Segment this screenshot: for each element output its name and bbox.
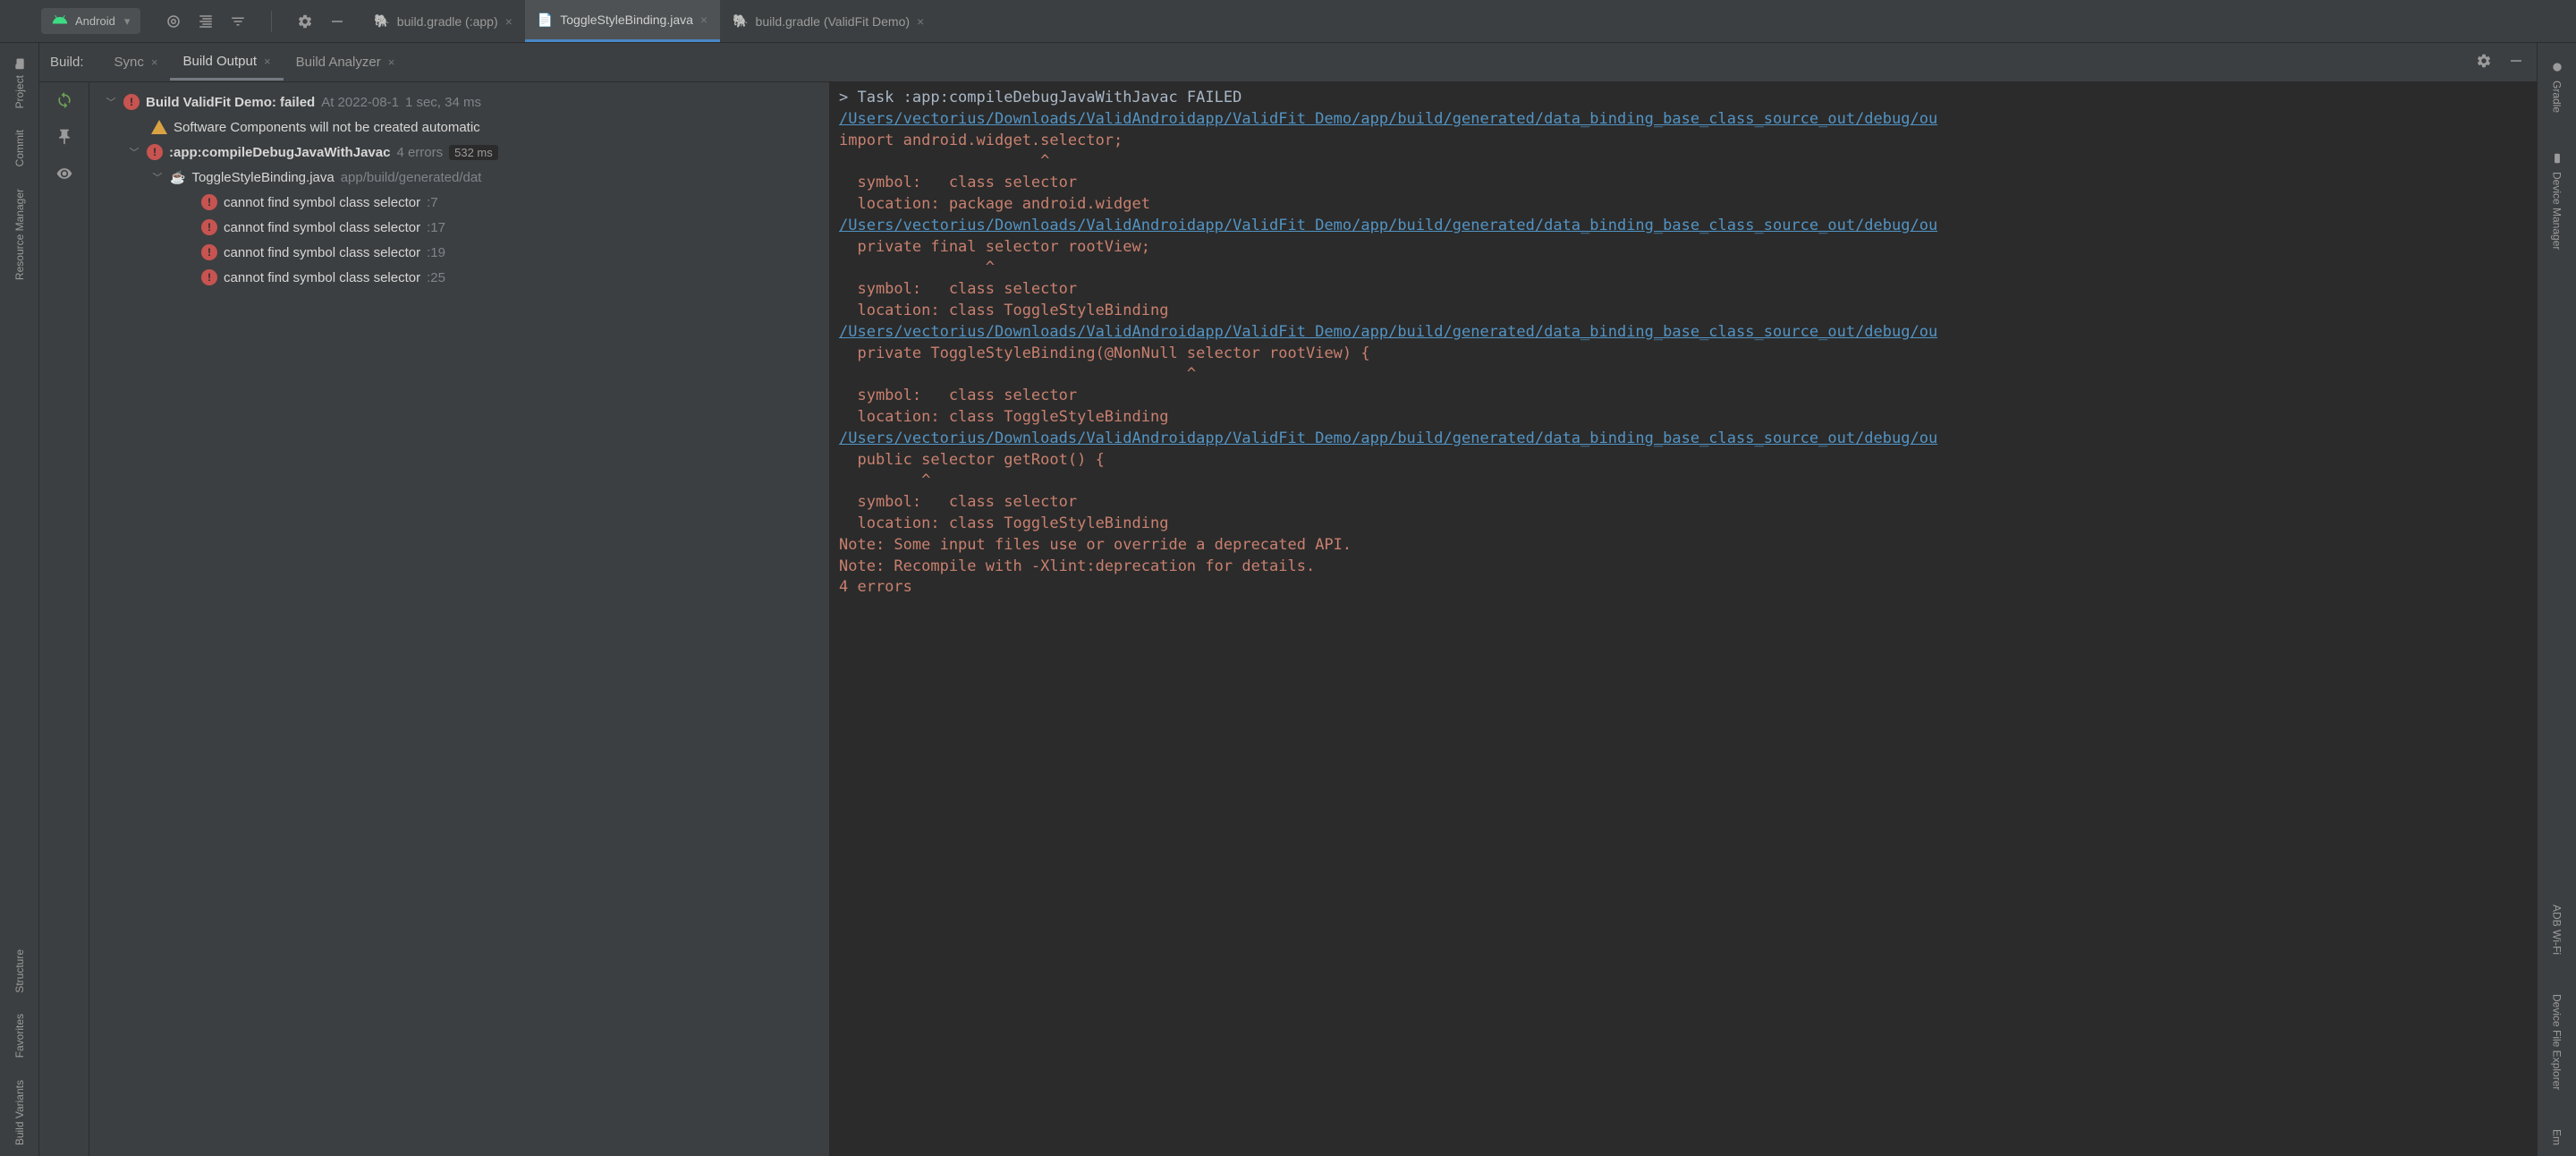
- target-icon[interactable]: [165, 13, 182, 30]
- error-icon: !: [123, 94, 140, 110]
- run-config-dropdown[interactable]: Android ▾: [41, 8, 140, 34]
- right-tab-gradle[interactable]: Gradle: [2547, 50, 2567, 123]
- file-path-link[interactable]: /Users/vectorius/Downloads/ValidAndroida…: [839, 110, 1937, 128]
- close-icon[interactable]: ×: [388, 55, 395, 69]
- tree-compile-task[interactable]: ﹀ ! :app:compileDebugJavaWithJavac 4 err…: [89, 140, 829, 165]
- error-icon: !: [201, 219, 217, 235]
- left-tab-resource-manager[interactable]: Resource Manager: [10, 178, 30, 291]
- close-icon[interactable]: ×: [917, 14, 924, 29]
- gradle-icon: 🐘: [374, 13, 389, 29]
- tree-error-item[interactable]: ! cannot find symbol class selector :7: [89, 190, 829, 215]
- gradle-icon: 🐘: [733, 13, 748, 29]
- tree-error-item[interactable]: ! cannot find symbol class selector :25: [89, 265, 829, 290]
- build-tab-analyzer[interactable]: Build Analyzer×: [284, 46, 408, 79]
- android-icon: [52, 12, 68, 30]
- error-icon: !: [201, 194, 217, 210]
- tree-action-column: [39, 82, 89, 1156]
- gear-icon[interactable]: [297, 13, 313, 30]
- tree-error-item[interactable]: ! cannot find symbol class selector :17: [89, 215, 829, 240]
- editor-tab-label: build.gradle (:app): [397, 14, 498, 29]
- indent-icon[interactable]: [198, 13, 214, 30]
- minimize-icon[interactable]: [2508, 53, 2524, 72]
- separator: [271, 11, 272, 32]
- error-icon: !: [201, 244, 217, 260]
- editor-tab-build-gradle-demo[interactable]: 🐘 build.gradle (ValidFit Demo) ×: [720, 0, 936, 42]
- editor-tab-label: ToggleStyleBinding.java: [560, 13, 693, 27]
- tree-error-item[interactable]: ! cannot find symbol class selector :19: [89, 240, 829, 265]
- build-tab-output[interactable]: Build Output×: [170, 45, 283, 81]
- left-tab-structure[interactable]: Structure: [10, 939, 30, 1004]
- chevron-down-icon[interactable]: ﹀: [128, 145, 140, 159]
- left-tab-commit[interactable]: Commit: [10, 119, 30, 177]
- filter-icon[interactable]: [230, 13, 246, 30]
- left-tool-strip: Project Commit Resource Manager Structur…: [0, 43, 39, 1156]
- left-tab-build-variants[interactable]: Build Variants: [10, 1069, 30, 1156]
- right-tool-strip: Gradle Device Manager ADB Wi-Fi Device F…: [2537, 43, 2576, 1156]
- java-file-icon: ☕: [170, 170, 185, 185]
- build-tool-header: Build: Sync× Build Output× Build Analyze…: [39, 43, 2537, 82]
- file-path-link[interactable]: /Users/vectorius/Downloads/ValidAndroida…: [839, 429, 1937, 447]
- close-icon[interactable]: ×: [151, 55, 158, 69]
- rerun-icon[interactable]: [55, 91, 73, 112]
- minimize-icon[interactable]: [329, 13, 345, 30]
- build-tree-panel: ﹀ ! Build ValidFit Demo: failed At 2022-…: [89, 82, 830, 1156]
- editor-tabs: 🐘 build.gradle (:app) × 📄 ToggleStyleBin…: [361, 0, 936, 42]
- tree-warning[interactable]: Software Components will not be created …: [89, 115, 829, 140]
- error-icon: !: [147, 144, 163, 160]
- toolbar-icon-group: [165, 11, 345, 32]
- gear-icon[interactable]: [2476, 53, 2492, 72]
- close-icon[interactable]: ×: [700, 13, 708, 27]
- close-icon[interactable]: ×: [264, 55, 271, 68]
- tree-file[interactable]: ﹀ ☕ ToggleStyleBinding.java app/build/ge…: [89, 165, 829, 190]
- build-label: Build:: [50, 55, 84, 70]
- top-toolbar: Android ▾ 🐘 build.gradle (:app) × 📄 Togg…: [0, 0, 2576, 43]
- run-config-label: Android: [75, 14, 115, 28]
- java-icon: 📄: [538, 13, 553, 28]
- build-console[interactable]: > Task :app:compileDebugJavaWithJavac FA…: [830, 82, 2537, 1156]
- left-tab-project[interactable]: Project: [10, 47, 30, 119]
- editor-tab-build-gradle-app[interactable]: 🐘 build.gradle (:app) ×: [361, 0, 524, 42]
- right-tab-emulator[interactable]: Em: [2547, 1118, 2567, 1156]
- left-tab-favorites[interactable]: Favorites: [10, 1003, 30, 1068]
- right-tab-adb-wifi[interactable]: ADB Wi-Fi: [2547, 894, 2567, 965]
- chevron-down-icon[interactable]: ﹀: [151, 170, 164, 184]
- pin-icon[interactable]: [55, 128, 73, 149]
- build-tab-sync[interactable]: Sync×: [102, 46, 171, 79]
- view-icon[interactable]: [55, 165, 73, 185]
- right-tab-device-file-explorer[interactable]: Device File Explorer: [2547, 983, 2567, 1101]
- file-path-link[interactable]: /Users/vectorius/Downloads/ValidAndroida…: [839, 217, 1937, 234]
- file-path-link[interactable]: /Users/vectorius/Downloads/ValidAndroida…: [839, 323, 1937, 341]
- warning-icon: [151, 120, 167, 134]
- chevron-down-icon[interactable]: ﹀: [105, 95, 117, 109]
- close-icon[interactable]: ×: [505, 14, 513, 29]
- editor-tab-label: build.gradle (ValidFit Demo): [756, 14, 910, 29]
- tree-root-build[interactable]: ﹀ ! Build ValidFit Demo: failed At 2022-…: [89, 89, 829, 115]
- error-icon: !: [201, 269, 217, 285]
- editor-tab-togglestylebinding[interactable]: 📄 ToggleStyleBinding.java ×: [525, 0, 720, 42]
- right-tab-device-manager[interactable]: Device Manager: [2547, 141, 2567, 260]
- chevron-down-icon: ▾: [124, 14, 131, 29]
- duration-badge: 532 ms: [449, 145, 498, 160]
